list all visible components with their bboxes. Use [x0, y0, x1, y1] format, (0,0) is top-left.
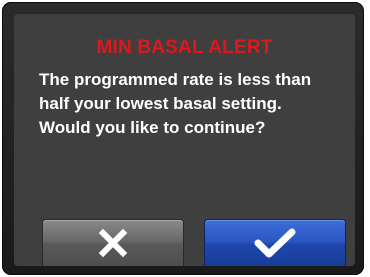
alert-message-line: The programmed rate is less than [39, 70, 312, 89]
alert-message-line: Would you like to continue? [39, 118, 266, 137]
alert-title: MIN BASAL ALERT [96, 37, 273, 58]
device-bezel: MIN BASAL ALERT The programmed rate is l… [2, 2, 364, 275]
x-icon [98, 228, 128, 258]
check-icon [254, 228, 296, 258]
alert-message: The programmed rate is less than half yo… [39, 68, 349, 140]
confirm-button[interactable] [205, 220, 345, 266]
cancel-button[interactable] [43, 220, 183, 266]
alert-message-line: half your lowest basal setting. [39, 94, 282, 113]
alert-screen: MIN BASAL ALERT The programmed rate is l… [14, 14, 355, 266]
device-frame: MIN BASAL ALERT The programmed rate is l… [0, 0, 370, 277]
